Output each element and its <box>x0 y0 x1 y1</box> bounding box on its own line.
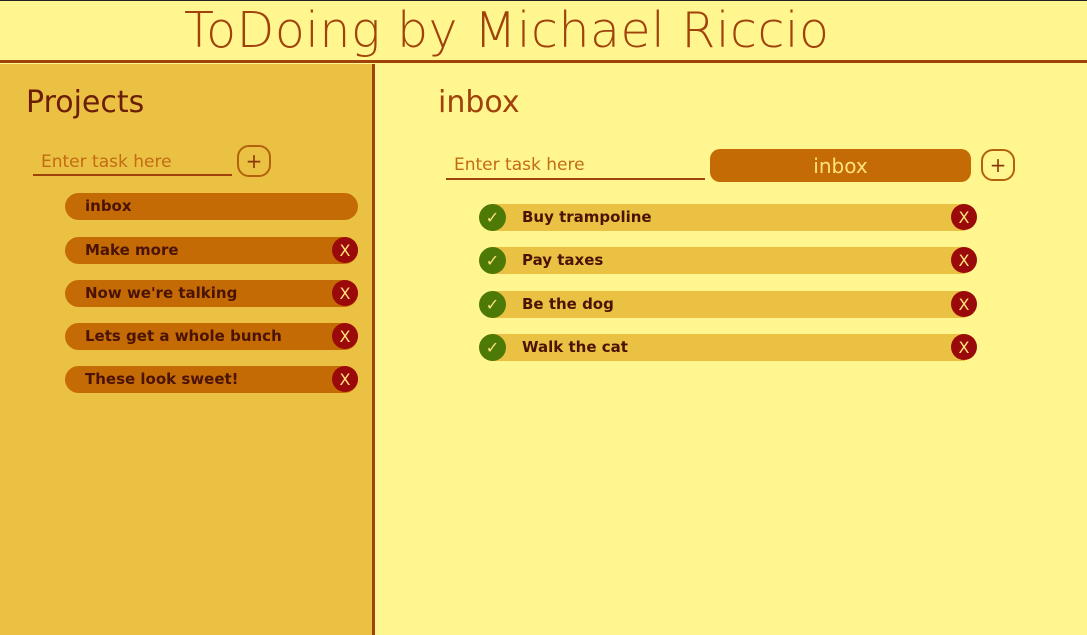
app-title: ToDoing by Michael Riccio <box>184 2 830 59</box>
delete-project-button[interactable]: X <box>332 323 358 349</box>
complete-task-button[interactable]: ✓ <box>479 291 506 318</box>
task-input[interactable] <box>446 152 705 180</box>
task-item: ✓ Walk the cat X <box>479 334 977 361</box>
sidebar-item-make-more[interactable]: Make more X <box>65 237 358 264</box>
project-input[interactable] <box>33 149 232 176</box>
task-label: Walk the cat <box>522 338 628 356</box>
sidebar-item-label: Now we're talking <box>85 284 238 302</box>
sidebar: Projects + inbox Make more X Now we're t… <box>0 64 375 635</box>
task-label: Be the dog <box>522 295 614 313</box>
sidebar-item-label: Lets get a whole bunch <box>85 327 282 345</box>
delete-project-button[interactable]: X <box>332 237 358 263</box>
sidebar-item-label: Make more <box>85 241 179 259</box>
sidebar-item-lets-get-a-whole-bunch[interactable]: Lets get a whole bunch X <box>65 323 358 350</box>
complete-task-button[interactable]: ✓ <box>479 247 506 274</box>
task-item: ✓ Be the dog X <box>479 291 977 318</box>
delete-task-button[interactable]: X <box>951 291 977 317</box>
task-label: Pay taxes <box>522 251 604 269</box>
delete-task-button[interactable]: X <box>951 334 977 360</box>
sidebar-item-label: inbox <box>85 197 132 215</box>
page-title: inbox <box>438 85 520 120</box>
delete-task-button[interactable]: X <box>951 204 977 230</box>
sidebar-heading: Projects <box>26 85 145 120</box>
task-label: Buy trampoline <box>522 208 652 226</box>
header: ToDoing by Michael Riccio <box>0 1 1087 63</box>
complete-task-button[interactable]: ✓ <box>479 204 506 231</box>
delete-task-button[interactable]: X <box>951 247 977 273</box>
delete-project-button[interactable]: X <box>332 366 358 392</box>
add-task-button[interactable]: + <box>981 149 1015 181</box>
delete-project-button[interactable]: X <box>332 280 358 306</box>
project-select[interactable]: inbox <box>710 149 971 182</box>
sidebar-item-inbox[interactable]: inbox <box>65 193 358 220</box>
sidebar-item-label: These look sweet! <box>85 370 239 388</box>
sidebar-item-now-were-talking[interactable]: Now we're talking X <box>65 280 358 307</box>
sidebar-item-these-look-sweet[interactable]: These look sweet! X <box>65 366 358 393</box>
task-item: ✓ Buy trampoline X <box>479 204 977 231</box>
complete-task-button[interactable]: ✓ <box>479 334 506 361</box>
task-item: ✓ Pay taxes X <box>479 247 977 274</box>
add-project-button[interactable]: + <box>237 145 271 177</box>
